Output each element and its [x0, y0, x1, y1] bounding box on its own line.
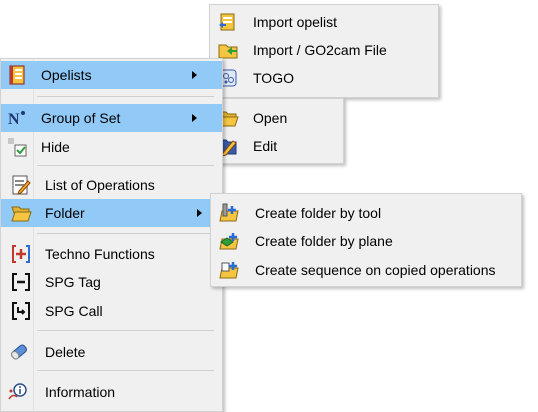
- menu-item-create-folder-by-plane[interactable]: Create folder by plane: [211, 227, 521, 255]
- menu-item-folder[interactable]: Folder: [1, 199, 222, 227]
- import-opelist-icon: [217, 11, 239, 33]
- menu-item-import-opelist[interactable]: Import opelist: [210, 8, 438, 36]
- menu-item-opelists[interactable]: Opelists: [1, 61, 222, 89]
- eraser-icon: [8, 341, 30, 363]
- opelists-submenu: Import opelist Import / GO2cam File TOGO: [209, 4, 439, 98]
- menu-item-group-of-set[interactable]: N Group of Set: [1, 104, 222, 132]
- spg-call-label: SPG Call: [45, 303, 103, 319]
- list-of-operations-label: List of Operations: [45, 177, 155, 193]
- open-label: Open: [253, 110, 288, 126]
- submenu-arrow-icon: [192, 71, 197, 79]
- menu-item-import-go2cam-file[interactable]: Import / GO2cam File: [210, 36, 438, 64]
- menu-item-create-sequence-on-copied-operations[interactable]: Create sequence on copied operations: [211, 256, 521, 284]
- folder-label: Folder: [45, 205, 85, 221]
- separator: [37, 370, 214, 371]
- hide-icon: [6, 136, 28, 158]
- spg-call-icon: [10, 300, 32, 322]
- group-of-set-icon: N: [6, 107, 28, 129]
- techno-functions-icon: [10, 243, 32, 265]
- separator: [37, 330, 214, 331]
- edit-label: Edit: [253, 138, 278, 154]
- folder-plane-icon: [218, 230, 240, 252]
- information-label: Information: [45, 384, 116, 400]
- spg-tag-icon: [10, 271, 32, 293]
- import-opelist-label: Import opelist: [253, 14, 338, 30]
- create-folder-by-plane-label: Create folder by plane: [255, 233, 393, 249]
- spg-tag-label: SPG Tag: [45, 274, 101, 290]
- import-go2cam-label: Import / GO2cam File: [253, 42, 387, 58]
- menu-item-togo[interactable]: TOGO: [210, 64, 438, 92]
- group-of-set-submenu: Open Edit: [209, 98, 344, 164]
- delete-label: Delete: [45, 344, 86, 360]
- opelists-icon: [6, 64, 28, 86]
- separator: [37, 233, 214, 234]
- create-folder-by-tool-label: Create folder by tool: [255, 205, 382, 221]
- menu-item-create-folder-by-tool[interactable]: Create folder by tool: [211, 199, 521, 227]
- hide-label: Hide: [41, 139, 70, 155]
- folder-submenu: Create folder by tool Create folder by p…: [210, 193, 522, 287]
- folder-icon: [10, 202, 32, 224]
- menu-item-edit[interactable]: Edit: [210, 132, 343, 160]
- menu-item-spg-tag[interactable]: SPG Tag: [1, 268, 222, 296]
- folder-sequence-icon: [218, 259, 240, 281]
- menu-item-hide[interactable]: Hide: [1, 133, 222, 161]
- menu-item-open[interactable]: Open: [210, 104, 343, 132]
- submenu-arrow-icon: [192, 114, 197, 122]
- opelists-label: Opelists: [41, 67, 92, 83]
- svg-text:N: N: [8, 111, 20, 128]
- menu-item-list-of-operations[interactable]: List of Operations: [1, 171, 222, 199]
- submenu-arrow-icon: [197, 209, 202, 217]
- techno-functions-label: Techno Functions: [45, 246, 155, 262]
- group-of-set-label: Group of Set: [41, 110, 121, 126]
- main-context-menu: Opelists N Group of Set Hide List of Ope…: [0, 58, 223, 412]
- menu-item-information[interactable]: Information: [1, 378, 222, 406]
- separator: [37, 96, 214, 97]
- folder-tool-icon: [218, 202, 240, 224]
- list-of-operations-icon: [10, 174, 32, 196]
- separator: [37, 165, 214, 166]
- information-icon: [6, 381, 28, 403]
- menu-item-spg-call[interactable]: SPG Call: [1, 297, 222, 325]
- togo-label: TOGO: [253, 70, 294, 86]
- create-sequence-label: Create sequence on copied operations: [255, 262, 496, 278]
- menu-item-delete[interactable]: Delete: [1, 338, 222, 366]
- menu-item-techno-functions[interactable]: Techno Functions: [1, 240, 222, 268]
